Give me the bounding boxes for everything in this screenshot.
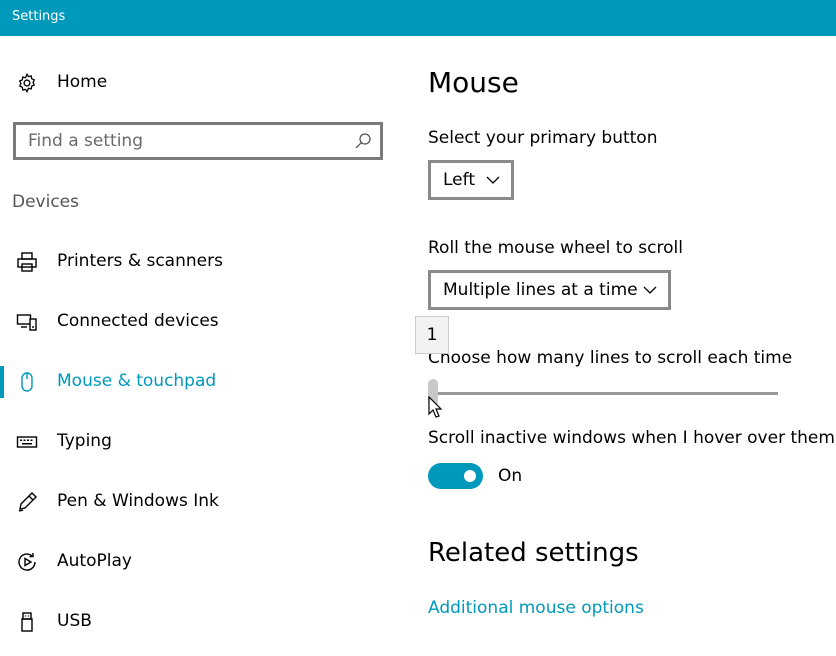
search-input[interactable] [28,130,348,152]
sidebar-item-pen-ink[interactable]: Pen & Windows Ink [0,482,390,522]
sidebar-item-usb[interactable]: USB [0,602,390,642]
page-title: Mouse [428,66,519,99]
usb-icon [21,612,33,632]
scroll-mode-dropdown[interactable]: Multiple lines at a time [428,270,671,310]
primary-button-label: Select your primary button [428,128,658,148]
gear-icon [18,72,36,94]
sidebar-item-mouse-touchpad[interactable]: Mouse & touchpad [0,362,390,402]
sidebar-item-typing[interactable]: Typing [0,422,390,462]
additional-mouse-options-link[interactable]: Additional mouse options [428,598,644,618]
keyboard-icon [16,436,38,448]
primary-button-value: Left [443,170,475,190]
chevron-down-icon [643,286,657,294]
printer-icon [17,252,37,272]
mouse-cursor-icon [428,396,443,418]
title-bar: Settings [0,0,836,36]
toggle-knob [464,470,476,482]
sidebar-item-label: Typing [57,431,112,451]
section-header-devices: Devices [12,192,79,212]
inactive-scroll-label: Scroll inactive windows when I hover ove… [428,428,835,448]
pen-icon [18,492,37,512]
home-label: Home [57,72,108,92]
sidebar-item-label: USB [57,611,92,631]
connected-devices-icon [16,314,37,331]
scroll-mode-value: Multiple lines at a time [443,280,638,300]
sidebar-item-printers[interactable]: Printers & scanners [0,242,390,282]
sidebar-item-connected-devices[interactable]: Connected devices [0,302,390,342]
search-box [13,122,383,160]
autoplay-icon [18,553,36,571]
sidebar-item-autoplay[interactable]: AutoPlay [0,542,390,582]
lines-slider-track[interactable] [428,392,778,395]
home-link[interactable]: Home [16,70,107,96]
inactive-scroll-toggle[interactable] [428,463,483,489]
toggle-state-label: On [498,466,523,486]
scroll-mode-label: Roll the mouse wheel to scroll [428,238,683,258]
selection-indicator [0,366,4,398]
sidebar-item-label: Pen & Windows Ink [57,491,219,511]
search-icon[interactable] [354,132,372,150]
lines-label: Choose how many lines to scroll each tim… [428,348,793,368]
sidebar-item-label: Connected devices [57,311,219,331]
related-settings-title: Related settings [428,538,639,568]
sidebar-item-label: Printers & scanners [57,251,223,271]
window-title: Settings [12,9,66,24]
primary-button-dropdown[interactable]: Left [428,160,514,200]
sidebar-item-label: AutoPlay [57,551,132,571]
chevron-down-icon [486,176,500,184]
slider-value-tooltip: 1 [415,316,449,354]
mouse-icon [21,372,33,392]
sidebar-item-label: Mouse & touchpad [57,371,217,391]
